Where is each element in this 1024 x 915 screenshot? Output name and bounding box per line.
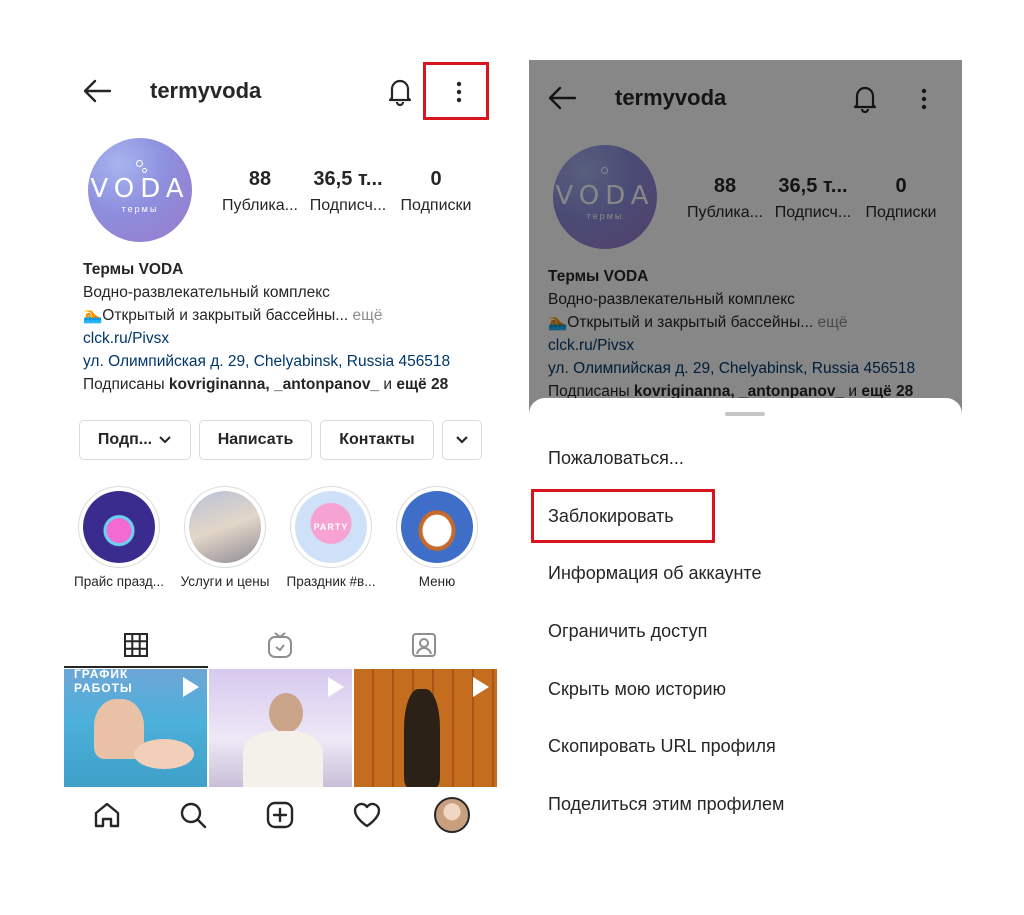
post-thumbnail[interactable]: ГРАФИК РАБОТЫ	[64, 669, 207, 787]
menu-item-report[interactable]: Пожаловаться...	[548, 448, 684, 469]
video-play-icon	[473, 677, 489, 697]
menu-item-account-info[interactable]: Информация об аккаунте	[548, 563, 762, 584]
menu-item-hide-story[interactable]: Скрыть мою историю	[548, 679, 726, 700]
highlight-item[interactable]: Услуги и цены	[180, 486, 270, 589]
profile-nav-avatar[interactable]	[434, 797, 470, 833]
story-highlights: Прайс празд... Услуги и цены PARTY Празд…	[64, 486, 497, 596]
contacts-button[interactable]: Контакты	[320, 420, 434, 460]
post-overlay-line2: РАБОТЫ	[74, 681, 133, 695]
highlight-label: Праздник #в...	[286, 574, 376, 589]
avatar-logo-sub: термы	[121, 204, 159, 214]
menu-item-copy-url[interactable]: Скопировать URL профиля	[548, 736, 776, 757]
grid-icon	[124, 633, 148, 657]
post-figure	[243, 731, 323, 787]
video-play-icon	[328, 677, 344, 697]
highlight-item[interactable]: PARTY Праздник #в...	[286, 486, 376, 589]
posts-grid: ГРАФИК РАБОТЫ	[64, 669, 497, 787]
profile-address[interactable]: ул. Олимпийская д. 29, Chelyabinsk, Russ…	[83, 350, 493, 373]
post-thumbnail[interactable]	[209, 669, 352, 787]
highlight-cover-spa	[189, 491, 261, 563]
highlight-cover-party: PARTY	[295, 491, 367, 563]
highlight-ring	[396, 486, 478, 568]
profile-bio: Термы VODA Водно-развлекательный комплек…	[83, 258, 493, 396]
profile-options-sheet: Пожаловаться... Заблокировать Информация…	[529, 398, 962, 850]
profile-link[interactable]: clck.ru/Pivsx	[83, 327, 493, 350]
highlight-ring: PARTY	[290, 486, 372, 568]
bubble-decoration	[136, 160, 143, 167]
post-thumbnail[interactable]	[354, 669, 497, 787]
tagged-icon	[412, 633, 436, 657]
highlight-ring	[184, 486, 266, 568]
tab-grid[interactable]	[64, 622, 208, 668]
post-figure	[269, 693, 303, 733]
stat-posts-label: Публика...	[222, 197, 298, 214]
menu-item-share-profile[interactable]: Поделиться этим профилем	[548, 794, 784, 815]
post-overlay-line1: ГРАФИК	[74, 669, 129, 681]
tab-active-indicator	[64, 666, 208, 668]
highlight-cover-ornament	[83, 491, 155, 563]
followed-mid: и	[379, 376, 397, 393]
chevron-down-icon	[159, 436, 171, 444]
follow-button-label: Подп...	[97, 431, 153, 448]
stat-followers-label: Подписч...	[309, 197, 387, 214]
avatar-logo-text: VODA	[90, 174, 190, 204]
highlight-cover-menu	[401, 491, 473, 563]
bio-line-2: 🏊Открытый и закрытый бассейны... ещё	[83, 304, 493, 327]
bio-line-1: Водно-развлекательный комплекс	[83, 284, 330, 301]
stat-posts[interactable]: 88 Публика...	[216, 168, 304, 215]
bell-icon[interactable]	[386, 76, 414, 106]
menu-item-restrict[interactable]: Ограничить доступ	[548, 621, 707, 642]
add-post-icon[interactable]	[264, 799, 296, 831]
stat-followers[interactable]: 36,5 т... Подписч...	[304, 168, 392, 215]
highlight-item[interactable]: Меню	[392, 486, 482, 589]
followed-more: ещё 28	[396, 376, 449, 393]
avatar[interactable]: VODA термы	[88, 138, 192, 242]
profile-tabs	[64, 622, 497, 668]
suggested-toggle-button[interactable]	[442, 420, 482, 460]
bottom-nav	[64, 787, 497, 843]
stat-followers-value: 36,5 т...	[313, 168, 383, 190]
video-play-icon	[183, 677, 199, 697]
profile-name: Термы VODA	[83, 261, 184, 278]
profile-username: termyvoda	[150, 78, 262, 103]
followed-prefix: Подписаны	[83, 376, 169, 393]
profile-actions: Подп... Написать Контакты	[79, 420, 489, 460]
profile-screen-left: termyvoda VODA термы 88 Публика... 36,5 …	[64, 60, 497, 850]
search-icon[interactable]	[177, 799, 209, 831]
bio-line-2-text: 🏊Открытый и закрытый бассейны...	[83, 307, 349, 324]
highlight-box-block	[531, 489, 715, 543]
bio-more-link[interactable]: ещё	[348, 307, 382, 324]
highlight-label: Прайс празд...	[74, 574, 164, 589]
stat-following[interactable]: 0 Подписки	[394, 168, 478, 215]
post-figure	[134, 739, 194, 769]
profile-screen-right: termyvoda VODA термы 88 Публика... 36,5 …	[529, 60, 962, 850]
stat-following-value: 0	[430, 168, 442, 190]
stat-posts-value: 88	[248, 168, 272, 190]
post-overlay-text: ГРАФИК РАБОТЫ	[74, 669, 133, 695]
highlight-label: Услуги и цены	[180, 574, 270, 589]
heart-icon[interactable]	[351, 799, 383, 831]
party-text: PARTY	[313, 522, 349, 532]
stat-following-label: Подписки	[400, 197, 472, 214]
highlight-box-more	[423, 62, 489, 120]
followed-names: kovriginanna, _antonpanov_	[168, 376, 380, 393]
sheet-drag-handle[interactable]	[725, 412, 765, 416]
bubble-decoration	[142, 168, 147, 173]
tab-igtv[interactable]	[208, 622, 352, 668]
followed-by[interactable]: Подписаны kovriginanna, _antonpanov_ и е…	[83, 373, 493, 396]
igtv-icon	[268, 632, 292, 658]
highlight-label: Меню	[418, 574, 456, 589]
message-button[interactable]: Написать	[199, 420, 312, 460]
follow-button[interactable]: Подп...	[79, 420, 191, 460]
highlight-ring	[78, 486, 160, 568]
back-arrow-icon[interactable]	[82, 78, 112, 104]
highlight-item[interactable]: Прайс празд...	[74, 486, 164, 589]
tab-tagged[interactable]	[352, 622, 496, 668]
chevron-down-icon	[456, 436, 468, 444]
home-icon[interactable]	[91, 799, 123, 831]
post-figure	[404, 689, 440, 787]
